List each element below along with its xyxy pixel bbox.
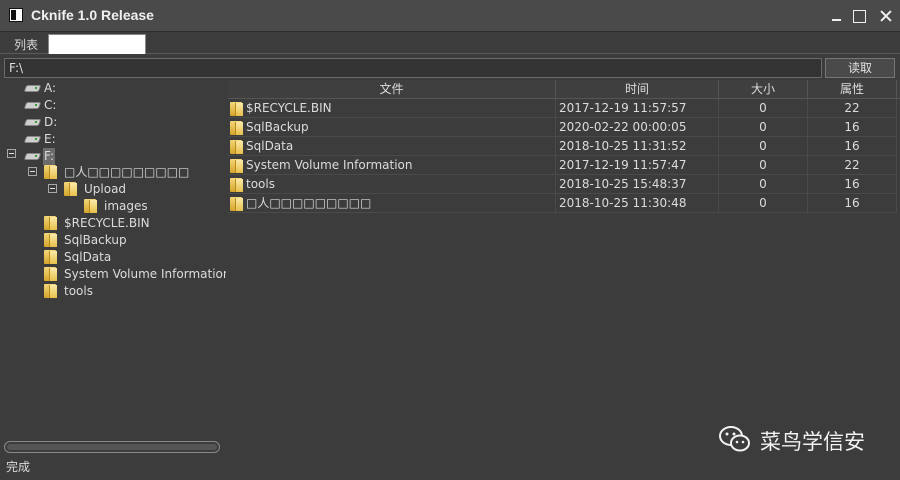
cell-time: 2020-02-22 00:00:05 xyxy=(556,118,719,137)
cell-size: 0 xyxy=(719,137,808,156)
tree-folder-label: $RECYCLE.BIN xyxy=(64,216,150,230)
read-button[interactable]: 读取 xyxy=(825,58,895,78)
tab-list[interactable]: 列表 xyxy=(8,36,44,53)
cell-time: 2018-10-25 11:31:52 xyxy=(556,137,719,156)
table-row[interactable]: tools 2018-10-25 15:48:37 0 16 xyxy=(228,175,897,194)
cell-attr: 22 xyxy=(808,99,897,118)
table-row[interactable]: $RECYCLE.BIN 2017-12-19 11:57:57 0 22 xyxy=(228,99,897,118)
column-header-size[interactable]: 大小 xyxy=(719,80,808,99)
table-header: 文件 时间 大小 属性 xyxy=(228,80,900,99)
folder-icon xyxy=(84,198,98,214)
drive-icon xyxy=(24,151,40,161)
scrollbar-thumb[interactable] xyxy=(7,444,217,450)
table-row[interactable]: □人□□□□□□□□□ 2018-10-25 11:30:48 0 16 xyxy=(228,194,897,213)
cell-attr: 16 xyxy=(808,137,897,156)
window-title: Cknife 1.0 Release xyxy=(31,7,154,23)
tree-folder-label: images xyxy=(104,199,148,213)
collapse-toggle-icon[interactable] xyxy=(48,184,57,193)
minimize-button[interactable] xyxy=(826,6,846,26)
tree-folder-label: □人□□□□□□□□□ xyxy=(64,165,190,179)
drive-icon xyxy=(24,100,40,110)
cell-time: 2017-12-19 11:57:57 xyxy=(556,99,719,118)
title-bar: Cknife 1.0 Release xyxy=(0,0,900,32)
cell-name-text: SqlBackup xyxy=(246,120,309,134)
drive-icon xyxy=(24,83,40,93)
cell-name: SqlData xyxy=(228,137,556,156)
cell-name: □人□□□□□□□□□ xyxy=(228,194,556,213)
cell-size: 0 xyxy=(719,175,808,194)
collapse-toggle-icon[interactable] xyxy=(28,167,37,176)
tree-folder-label: Upload xyxy=(84,182,127,196)
tree-folder-label: tools xyxy=(64,284,93,298)
cell-name-text: tools xyxy=(246,177,275,191)
close-button[interactable] xyxy=(876,6,896,26)
cell-name-text: System Volume Information xyxy=(246,158,413,172)
folder-icon xyxy=(44,249,58,265)
path-input[interactable] xyxy=(4,58,822,78)
folder-icon xyxy=(230,196,244,212)
cell-name-text: SqlData xyxy=(246,139,294,153)
cell-attr: 16 xyxy=(808,118,897,137)
cell-time: 2018-10-25 11:30:48 xyxy=(556,194,719,213)
cell-attr: 16 xyxy=(808,175,897,194)
folder-icon xyxy=(44,266,58,282)
cell-size: 0 xyxy=(719,194,808,213)
table-row[interactable]: SqlData 2018-10-25 11:31:52 0 16 xyxy=(228,137,897,156)
column-header-attr[interactable]: 属性 xyxy=(808,80,897,99)
wechat-icon xyxy=(719,426,750,452)
tree-horizontal-scrollbar[interactable] xyxy=(4,441,220,453)
cell-size: 0 xyxy=(719,99,808,118)
cell-time: 2018-10-25 15:48:37 xyxy=(556,175,719,194)
folder-icon xyxy=(64,181,78,197)
cell-attr: 22 xyxy=(808,156,897,175)
tab-active-blank[interactable] xyxy=(48,34,146,54)
cell-size: 0 xyxy=(719,118,808,137)
path-bar: 读取 xyxy=(0,56,900,80)
file-table: 文件 时间 大小 属性 $RECYCLE.BIN 2017-12-19 11:5… xyxy=(228,80,900,460)
cell-name: tools xyxy=(228,175,556,194)
tree-drive-label: E: xyxy=(44,132,56,146)
cell-name-text: □人□□□□□□□□□ xyxy=(246,196,372,210)
drive-icon xyxy=(24,134,40,144)
tree-folder-label: System Volume Information xyxy=(64,267,226,281)
folder-icon xyxy=(230,120,244,136)
app-icon xyxy=(9,8,23,22)
tree-drive-label: D: xyxy=(44,115,58,129)
cell-attr: 16 xyxy=(808,194,897,213)
tree-folder-label: SqlBackup xyxy=(64,233,127,247)
column-header-name[interactable]: 文件 xyxy=(228,80,556,99)
folder-icon xyxy=(230,139,244,155)
folder-icon xyxy=(230,177,244,193)
directory-tree: A: C: D: E: F: □人□□□□□□□□□ Upload images… xyxy=(0,80,226,440)
folder-icon xyxy=(44,283,58,299)
tree-folder-label: SqlData xyxy=(64,250,112,264)
maximize-button[interactable] xyxy=(850,6,870,26)
cell-name: System Volume Information xyxy=(228,156,556,175)
folder-icon xyxy=(230,101,244,117)
tab-bar: 列表 xyxy=(0,32,900,54)
tree-drive-label: F: xyxy=(43,148,56,165)
collapse-toggle-icon[interactable] xyxy=(7,149,16,158)
cell-name: SqlBackup xyxy=(228,118,556,137)
tree-drive-label: C: xyxy=(44,98,57,112)
folder-icon xyxy=(230,158,244,174)
folder-icon xyxy=(44,164,58,180)
watermark-text: 菜鸟学信安 xyxy=(760,430,865,454)
cell-name: $RECYCLE.BIN xyxy=(228,99,556,118)
cell-size: 0 xyxy=(719,156,808,175)
folder-icon xyxy=(44,215,58,231)
drive-icon xyxy=(24,117,40,127)
table-row[interactable]: SqlBackup 2020-02-22 00:00:05 0 16 xyxy=(228,118,897,137)
folder-icon xyxy=(44,232,58,248)
column-header-time[interactable]: 时间 xyxy=(556,80,719,99)
tree-drive-label: A: xyxy=(44,81,57,95)
cell-name-text: $RECYCLE.BIN xyxy=(246,101,332,115)
status-text: 完成 xyxy=(6,460,31,474)
table-row[interactable]: System Volume Information 2017-12-19 11:… xyxy=(228,156,897,175)
cell-time: 2017-12-19 11:57:47 xyxy=(556,156,719,175)
